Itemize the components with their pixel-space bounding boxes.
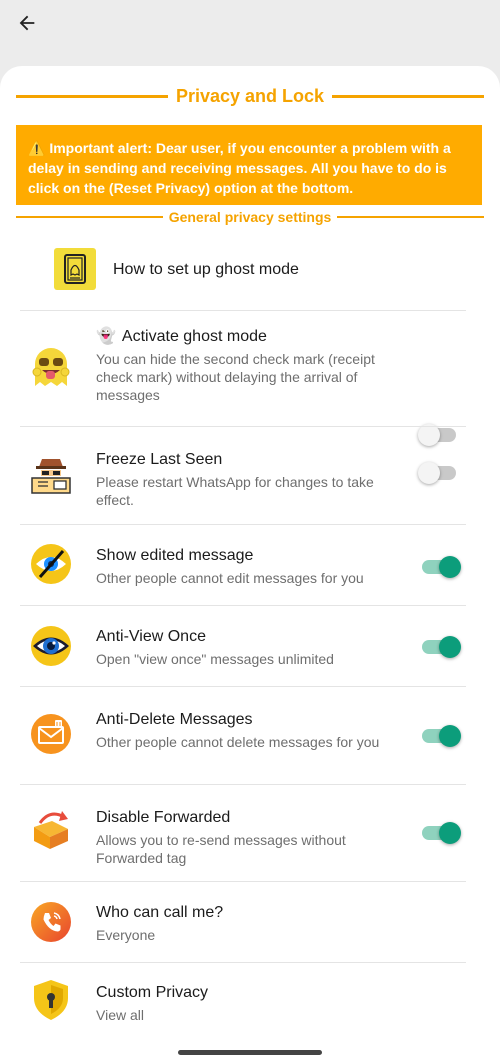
disable-forwarded-toggle[interactable] — [420, 817, 462, 847]
ghost-emoji-icon: 👻 — [96, 328, 116, 345]
item-title: Freeze Last Seen — [96, 451, 223, 468]
forward-envelope-icon — [34, 811, 68, 849]
important-alert: ⚠️ Important alert: Dear user, if you en… — [16, 125, 482, 205]
item-subtitle: Other people cannot delete messages for … — [96, 734, 380, 750]
anti-view-once-toggle[interactable] — [420, 631, 462, 661]
item-ghost-guide[interactable]: How to set up ghost mode — [0, 238, 500, 310]
item-title: Who can call me? — [96, 904, 224, 921]
item-anti-view-once[interactable]: Anti-View Once Open "view once" messages… — [0, 606, 500, 686]
eye-slash-icon — [31, 544, 71, 584]
privacy-sheet: Privacy and Lock ⚠️ Important alert: Dea… — [0, 66, 500, 1064]
item-who-can-call[interactable]: Who can call me? Everyone — [0, 882, 500, 962]
item-freeze-last-seen[interactable]: Freeze Last Seen Please restart WhatsApp… — [0, 427, 500, 524]
shield-lock-icon — [34, 980, 68, 1020]
item-activate-ghost-mode[interactable]: 👻 Activate ghost mode You can hide the se… — [0, 311, 500, 446]
item-title: Anti-Delete Messages — [96, 711, 253, 728]
home-indicator[interactable] — [178, 1050, 322, 1055]
item-title: Activate ghost mode — [121, 328, 267, 345]
ghost-face-icon — [32, 348, 70, 386]
item-subtitle: Please restart WhatsApp for changes to t… — [96, 474, 374, 508]
item-subtitle: Open "view once" messages unlimited — [96, 651, 334, 667]
item-title: How to set up ghost mode — [113, 261, 299, 278]
item-subtitle: Other people cannot edit messages for yo… — [96, 570, 364, 586]
item-title: Disable Forwarded — [96, 809, 231, 826]
eye-icon — [31, 626, 71, 666]
item-disable-forwarded[interactable]: Disable Forwarded Allows you to re-send … — [0, 785, 500, 881]
section-header: General privacy settings — [16, 207, 485, 227]
top-bar — [0, 0, 500, 64]
item-title: Custom Privacy — [96, 984, 209, 1001]
item-subtitle: You can hide the second check mark (rece… — [96, 351, 375, 403]
spy-icon — [31, 459, 71, 494]
ghost-guide-icon — [54, 248, 96, 290]
page-title: Privacy and Lock — [175, 85, 325, 106]
item-anti-delete-messages[interactable]: Anti-Delete Messages Other people cannot… — [0, 687, 500, 784]
item-custom-privacy[interactable]: Custom Privacy View all — [0, 963, 500, 1043]
item-show-edited-message[interactable]: Show edited message Other people cannot … — [0, 525, 500, 605]
item-subtitle: Allows you to re-send messages without F… — [96, 832, 346, 866]
back-button[interactable] — [12, 8, 42, 38]
envelope-delete-icon — [31, 714, 71, 754]
section-title: General privacy settings — [168, 209, 332, 225]
arrow-left-icon — [19, 15, 35, 31]
phone-call-icon — [31, 902, 71, 942]
item-title: Show edited message — [96, 547, 254, 564]
item-subtitle: Everyone — [96, 927, 156, 943]
freeze-last-seen-toggle[interactable] — [418, 457, 462, 487]
show-edited-message-toggle[interactable] — [420, 551, 462, 581]
item-title: Anti-View Once — [96, 628, 206, 645]
page-title-row: Privacy and Lock — [16, 84, 485, 108]
item-subtitle: View all — [96, 1007, 144, 1023]
anti-delete-messages-toggle[interactable] — [420, 720, 462, 750]
